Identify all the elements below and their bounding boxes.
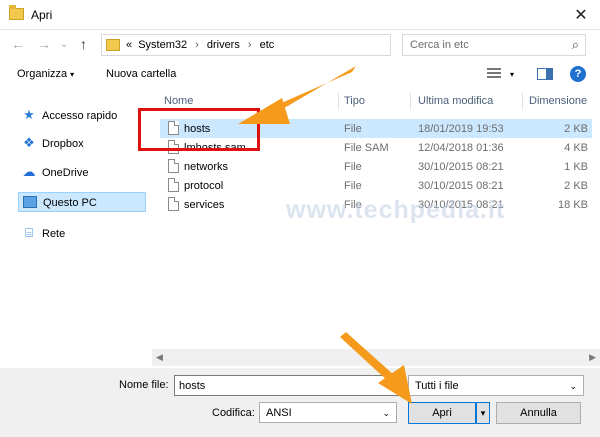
breadcrumb-separator[interactable]: › — [248, 39, 252, 51]
organize-label: Organizza — [17, 68, 68, 80]
star-icon: ★ — [23, 107, 35, 122]
file-type: File — [344, 123, 362, 135]
view-dropdown-icon[interactable]: ▾ — [510, 70, 514, 79]
filename-value: hosts — [179, 380, 206, 392]
window-title: Apri — [31, 8, 53, 22]
organize-button[interactable]: Organizza ▾ — [17, 68, 74, 80]
highlight-box — [138, 108, 260, 151]
file-type-filter[interactable]: Tutti i file ⌄ — [408, 375, 584, 396]
file-icon — [168, 178, 179, 192]
file-modified: 30/10/2015 08:21 — [418, 161, 504, 173]
folder-icon — [9, 5, 24, 20]
file-size: 2 KB — [564, 123, 588, 135]
file-size: 18 KB — [558, 199, 588, 211]
navigation-pane: ★ Accesso rapido ❖ Dropbox ☁ OneDrive Qu… — [0, 90, 150, 368]
scroll-left-icon[interactable]: ◀ — [156, 352, 163, 363]
up-button[interactable]: ↑ — [80, 36, 87, 52]
watermark: www.techpedia.it — [286, 196, 506, 224]
navigation-bar: ← → ⌄ ↑ « System32› drivers› etc ▾ ↻ Cer… — [0, 30, 600, 60]
help-icon[interactable]: ? — [570, 66, 586, 82]
sidebar-item-label: Accesso rapido — [42, 110, 118, 122]
forward-button[interactable]: → — [37, 36, 51, 52]
file-type: File SAM — [344, 142, 389, 154]
horizontal-scrollbar[interactable]: ◀ ▶ — [152, 349, 600, 366]
close-button[interactable]: ✕ — [572, 5, 590, 25]
column-modified[interactable]: Ultima modifica — [418, 95, 493, 107]
file-name: networks — [184, 161, 229, 173]
breadcrumb-drivers[interactable]: drivers — [207, 39, 240, 51]
folder-icon — [106, 39, 120, 51]
encoding-label: Codifica: — [212, 407, 255, 419]
dropbox-icon: ❖ — [23, 135, 35, 150]
cancel-button[interactable]: Annulla — [496, 402, 581, 424]
chevron-down-icon: ⌄ — [382, 408, 390, 418]
breadcrumb-etc[interactable]: etc — [260, 39, 275, 51]
column-size[interactable]: Dimensione — [529, 95, 587, 107]
column-name[interactable]: Nome — [164, 95, 193, 107]
view-options-icon[interactable] — [487, 68, 501, 80]
network-icon: ⌸ — [25, 225, 33, 240]
breadcrumb-overflow[interactable]: « — [126, 39, 132, 51]
file-size: 4 KB — [564, 142, 588, 154]
table-row[interactable]: protocol File 30/10/2015 08:21 2 KB — [160, 176, 592, 195]
preview-pane-icon[interactable] — [537, 68, 553, 80]
sidebar-item-label: Questo PC — [43, 197, 97, 209]
sidebar-item-this-pc[interactable]: Questo PC — [18, 192, 146, 212]
file-modified: 30/10/2015 08:21 — [418, 180, 504, 192]
back-button[interactable]: ← — [11, 36, 25, 52]
filename-label: Nome file: — [119, 379, 169, 391]
sidebar-item-dropbox[interactable]: ❖ Dropbox — [18, 134, 146, 154]
sidebar-item-label: Dropbox — [42, 138, 84, 150]
file-size: 1 KB — [564, 161, 588, 173]
open-options-button[interactable]: ▾ — [476, 402, 490, 424]
search-icon[interactable]: ⌕ — [572, 37, 579, 53]
open-button[interactable]: Apri — [408, 402, 476, 424]
breadcrumb: « System32 › drivers › etc — [126, 39, 277, 51]
sidebar-item-onedrive[interactable]: ☁ OneDrive — [18, 163, 146, 183]
scroll-right-icon[interactable]: ▶ — [589, 352, 596, 363]
table-row[interactable]: networks File 30/10/2015 08:21 1 KB — [160, 157, 592, 176]
recent-locations-button[interactable]: ⌄ — [60, 39, 68, 50]
file-modified: 12/04/2018 01:36 — [418, 142, 504, 154]
encoding-value: ANSI — [266, 407, 292, 419]
command-bar: Organizza ▾ Nuova cartella ▾ ? — [0, 62, 600, 88]
filter-value: Tutti i file — [415, 380, 459, 392]
address-bar[interactable]: « System32› drivers› etc ▾ ↻ — [101, 34, 485, 57]
breadcrumb-separator[interactable]: › — [195, 39, 199, 51]
encoding-select[interactable]: ANSI ⌄ — [259, 402, 397, 423]
sidebar-item-network[interactable]: ⌸ Rete — [18, 224, 146, 244]
sidebar-item-label: OneDrive — [42, 167, 89, 179]
file-type: File — [344, 180, 362, 192]
new-folder-button[interactable]: Nuova cartella — [106, 68, 176, 80]
computer-icon — [23, 196, 37, 208]
search-placeholder: Cerca in etc — [410, 39, 469, 51]
file-icon — [168, 159, 179, 173]
title-bar: Apri ✕ — [0, 0, 600, 30]
file-type: File — [344, 161, 362, 173]
bottom-panel: Nome file: hosts Tutti i file ⌄ Codifica… — [0, 368, 600, 437]
column-type[interactable]: Tipo — [344, 95, 365, 107]
filename-field[interactable]: hosts — [174, 375, 402, 396]
file-modified: 18/01/2019 19:53 — [418, 123, 504, 135]
file-name: protocol — [184, 180, 224, 192]
sidebar-item-label: Rete — [42, 228, 66, 240]
sidebar-item-quick-access[interactable]: ★ Accesso rapido — [18, 106, 146, 126]
file-icon — [168, 197, 179, 211]
file-name: services — [184, 199, 225, 211]
search-input[interactable]: Cerca in etc ⌕ — [402, 34, 586, 56]
breadcrumb-system32[interactable]: System32 — [138, 39, 187, 51]
chevron-down-icon: ⌄ — [569, 381, 577, 391]
file-size: 2 KB — [564, 180, 588, 192]
chevron-down-icon: ▾ — [70, 70, 75, 79]
cloud-icon: ☁ — [22, 164, 36, 179]
